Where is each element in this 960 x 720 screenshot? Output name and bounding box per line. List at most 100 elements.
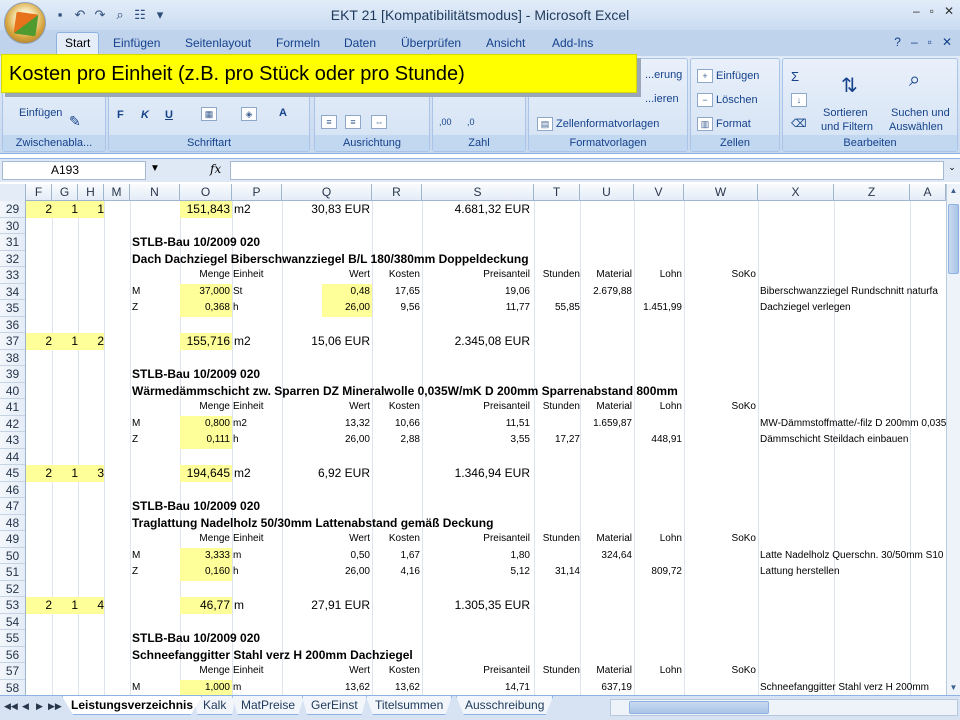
- horizontal-scrollbar[interactable]: [610, 699, 958, 716]
- ribbon-restore-icon[interactable]: ▫: [928, 35, 932, 49]
- column-header[interactable]: G: [52, 184, 78, 201]
- expand-formula-bar-icon[interactable]: ⌄: [946, 162, 958, 179]
- find-select-label-2[interactable]: Auswählen: [889, 121, 943, 133]
- tab-start[interactable]: Start: [56, 32, 100, 56]
- find-select-label-1[interactable]: Suchen und: [891, 107, 950, 119]
- row-header[interactable]: 53: [0, 597, 25, 614]
- tab-seitenlayout[interactable]: Seitenlayout: [185, 36, 251, 50]
- row-header[interactable]: 48: [0, 515, 25, 531]
- delete-cells-button[interactable]: − Löschen: [697, 93, 758, 107]
- sort-filter-label-2[interactable]: und Filtern: [821, 121, 873, 133]
- cell-styles-button[interactable]: ▤ Zellenformatvorlagen: [537, 117, 659, 131]
- row-header[interactable]: 52: [0, 581, 25, 597]
- minimize-icon[interactable]: –: [913, 4, 920, 18]
- border-icon[interactable]: ▦: [201, 107, 220, 121]
- column-header[interactable]: Q: [282, 184, 372, 201]
- name-box-dropdown-icon[interactable]: ▼: [150, 163, 160, 174]
- column-header[interactable]: S: [422, 184, 534, 201]
- column-header[interactable]: U: [580, 184, 634, 201]
- row-header[interactable]: 51: [0, 564, 25, 581]
- row-header[interactable]: 40: [0, 383, 25, 399]
- sheet-tab-titelsummen[interactable]: Titelsummen: [366, 696, 453, 715]
- row-header[interactable]: 34: [0, 284, 25, 300]
- format-cells-button[interactable]: ▥ Format: [697, 117, 751, 131]
- vertical-scrollbar[interactable]: ▲ ▼: [946, 184, 960, 695]
- sheet-tab-leistungsverzeichnis[interactable]: Leistungsverzeichnis: [62, 696, 203, 715]
- sheet-tab-ausschreibung[interactable]: Ausschreibung: [456, 696, 554, 715]
- align-center-icon[interactable]: ≡: [345, 115, 364, 129]
- row-header[interactable]: 33: [0, 267, 25, 284]
- insert-cells-button[interactable]: + Einfügen: [697, 69, 759, 83]
- formula-input[interactable]: [230, 161, 944, 180]
- row-header[interactable]: 41: [0, 399, 25, 416]
- column-header[interactable]: Z: [834, 184, 910, 201]
- column-header[interactable]: F: [26, 184, 52, 201]
- column-header[interactable]: V: [634, 184, 684, 201]
- column-header[interactable]: O: [180, 184, 232, 201]
- row-header[interactable]: 46: [0, 482, 25, 498]
- tab-daten[interactable]: Daten: [344, 36, 376, 50]
- row-header[interactable]: 31: [0, 234, 25, 251]
- row-header[interactable]: 57: [0, 663, 25, 680]
- restore-icon[interactable]: ▫: [930, 4, 934, 18]
- name-box[interactable]: A193: [2, 161, 146, 180]
- column-header[interactable]: W: [684, 184, 758, 201]
- underline-button[interactable]: U: [165, 109, 173, 121]
- hscroll-thumb[interactable]: [629, 701, 769, 714]
- sheet-tab-gereinst[interactable]: GerEinst: [302, 696, 367, 715]
- ribbon-minimize-icon[interactable]: –: [911, 35, 918, 49]
- column-header[interactable]: T: [534, 184, 580, 201]
- decrease-decimal-button[interactable]: ,0: [467, 117, 475, 127]
- clear-icon[interactable]: ⌫: [791, 117, 807, 130]
- prev-sheet-icon[interactable]: ◀: [22, 701, 29, 712]
- row-header[interactable]: 30: [0, 218, 25, 234]
- row-header[interactable]: 54: [0, 614, 25, 630]
- office-button[interactable]: [4, 2, 46, 44]
- row-header[interactable]: 50: [0, 548, 25, 564]
- fill-color-icon[interactable]: ◈: [241, 107, 260, 121]
- increase-decimal-button[interactable]: ,00: [439, 117, 452, 127]
- column-header[interactable]: P: [232, 184, 282, 201]
- tab-ueberpruefen[interactable]: Überprüfen: [401, 36, 461, 50]
- format-painter-icon[interactable]: ✎: [69, 113, 81, 130]
- tab-ansicht[interactable]: Ansicht: [486, 36, 525, 50]
- column-header[interactable]: X: [758, 184, 834, 201]
- tab-add-ins[interactable]: Add-Ins: [552, 36, 593, 50]
- next-sheet-icon[interactable]: ▶: [36, 701, 43, 712]
- tab-formeln[interactable]: Formeln: [276, 36, 320, 50]
- row-header[interactable]: 45: [0, 465, 25, 482]
- format-as-table-button[interactable]: ...ieren: [645, 93, 679, 105]
- first-sheet-icon[interactable]: ◀◀: [4, 701, 18, 712]
- ribbon-close-icon[interactable]: ✕: [942, 35, 952, 49]
- fill-icon[interactable]: ↓: [791, 93, 810, 107]
- paste-button[interactable]: Einfügen: [19, 107, 62, 119]
- column-header[interactable]: A: [910, 184, 946, 201]
- row-header[interactable]: 39: [0, 366, 25, 383]
- sort-filter-label-1[interactable]: Sortieren: [823, 107, 868, 119]
- tab-einfuegen[interactable]: Einfügen: [113, 36, 160, 50]
- column-header[interactable]: M: [104, 184, 130, 201]
- row-header[interactable]: 44: [0, 449, 25, 465]
- worksheet-grid[interactable]: 2 1 1 151,843 m2 30,83 EUR 4.681,32 EUR STLB-Ba…: [26, 201, 946, 695]
- font-color-icon[interactable]: A: [279, 107, 287, 119]
- sheet-tab-matpreise[interactable]: MatPreise: [232, 696, 305, 715]
- scroll-down-icon[interactable]: ▼: [947, 681, 960, 695]
- row-header[interactable]: 56: [0, 647, 25, 663]
- close-icon[interactable]: ✕: [944, 4, 954, 18]
- scroll-thumb[interactable]: [948, 204, 959, 274]
- row-header[interactable]: 32: [0, 251, 25, 267]
- row-header[interactable]: 49: [0, 531, 25, 548]
- row-header[interactable]: 58: [0, 680, 25, 696]
- bold-button[interactable]: F: [117, 109, 124, 121]
- align-left-icon[interactable]: ≡: [321, 115, 340, 129]
- row-header[interactable]: 55: [0, 630, 25, 647]
- merge-icon[interactable]: ⇔: [371, 115, 390, 129]
- row-header[interactable]: 42: [0, 416, 25, 432]
- italic-button[interactable]: K: [141, 109, 149, 121]
- last-sheet-icon[interactable]: ▶▶: [48, 701, 62, 712]
- row-header[interactable]: 35: [0, 300, 25, 317]
- select-all-corner[interactable]: [0, 184, 26, 201]
- scroll-up-icon[interactable]: ▲: [947, 184, 960, 198]
- row-header[interactable]: 37: [0, 333, 25, 350]
- insert-function-icon[interactable]: fx: [210, 162, 221, 176]
